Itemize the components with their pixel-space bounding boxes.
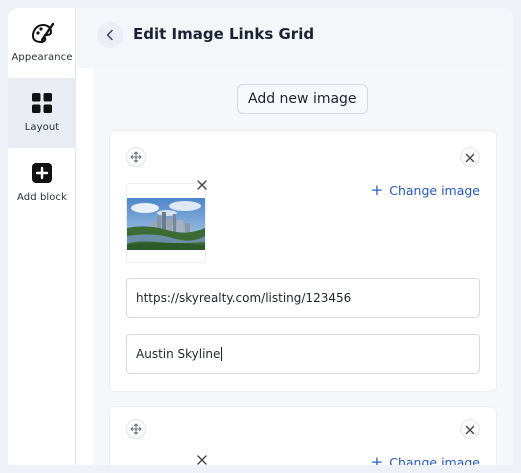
image-card: + Change image https://skyrealty.com/lis… bbox=[109, 130, 497, 392]
move-icon bbox=[130, 420, 142, 439]
change-image-link[interactable]: + Change image bbox=[370, 181, 480, 199]
sidebar: Appearance Layout Add block bbox=[8, 8, 76, 465]
add-new-image-button[interactable]: Add new image bbox=[237, 84, 368, 114]
sidebar-item-label: Appearance bbox=[11, 52, 73, 63]
main-panel: Add new image + Change image https://sky… bbox=[93, 68, 513, 465]
sidebar-item-label: Layout bbox=[24, 122, 60, 133]
close-icon bbox=[465, 148, 475, 167]
drag-handle[interactable] bbox=[126, 147, 146, 167]
link-url-value: https://skyrealty.com/listing/123456 bbox=[136, 291, 352, 305]
image-card: + Change image bbox=[109, 406, 497, 465]
chevron-left-icon bbox=[104, 26, 116, 45]
remove-image-button[interactable] bbox=[196, 176, 208, 195]
sidebar-item-label: Add block bbox=[17, 192, 67, 203]
palette-icon bbox=[29, 20, 55, 46]
caption-input[interactable]: Austin Skyline bbox=[126, 334, 480, 374]
remove-card-button[interactable] bbox=[460, 147, 480, 167]
caption-value: Austin Skyline bbox=[136, 347, 221, 361]
app-shell: Appearance Layout Add block Edit Image L… bbox=[8, 8, 513, 465]
sidebar-item-layout[interactable]: Layout bbox=[8, 78, 76, 148]
sidebar-item-appearance[interactable]: Appearance bbox=[8, 8, 76, 78]
image-thumbnail-frame bbox=[126, 183, 206, 263]
skyline-image bbox=[127, 198, 205, 250]
change-image-label: Change image bbox=[389, 183, 480, 198]
text-cursor bbox=[221, 347, 223, 361]
plus-icon: + bbox=[370, 453, 384, 466]
remove-card-button[interactable] bbox=[460, 419, 480, 439]
grid-icon bbox=[29, 90, 55, 116]
drag-handle[interactable] bbox=[126, 419, 146, 439]
back-button[interactable] bbox=[97, 22, 123, 48]
move-icon bbox=[130, 148, 142, 167]
page-title: Edit Image Links Grid bbox=[133, 25, 315, 43]
change-image-link[interactable]: + Change image bbox=[370, 453, 480, 466]
sidebar-item-add-block[interactable]: Add block bbox=[8, 148, 76, 218]
change-image-label: Change image bbox=[389, 455, 480, 465]
plus-square-icon bbox=[29, 160, 55, 186]
link-url-input[interactable]: https://skyrealty.com/listing/123456 bbox=[126, 278, 480, 318]
close-icon bbox=[196, 176, 208, 195]
editor-header: Edit Image Links Grid bbox=[77, 8, 513, 68]
plus-icon: + bbox=[370, 181, 384, 199]
remove-image-button[interactable] bbox=[196, 451, 208, 465]
scroll-area[interactable]: Add new image + Change image https://sky… bbox=[93, 68, 505, 465]
close-icon bbox=[196, 451, 208, 465]
close-icon bbox=[465, 420, 475, 439]
